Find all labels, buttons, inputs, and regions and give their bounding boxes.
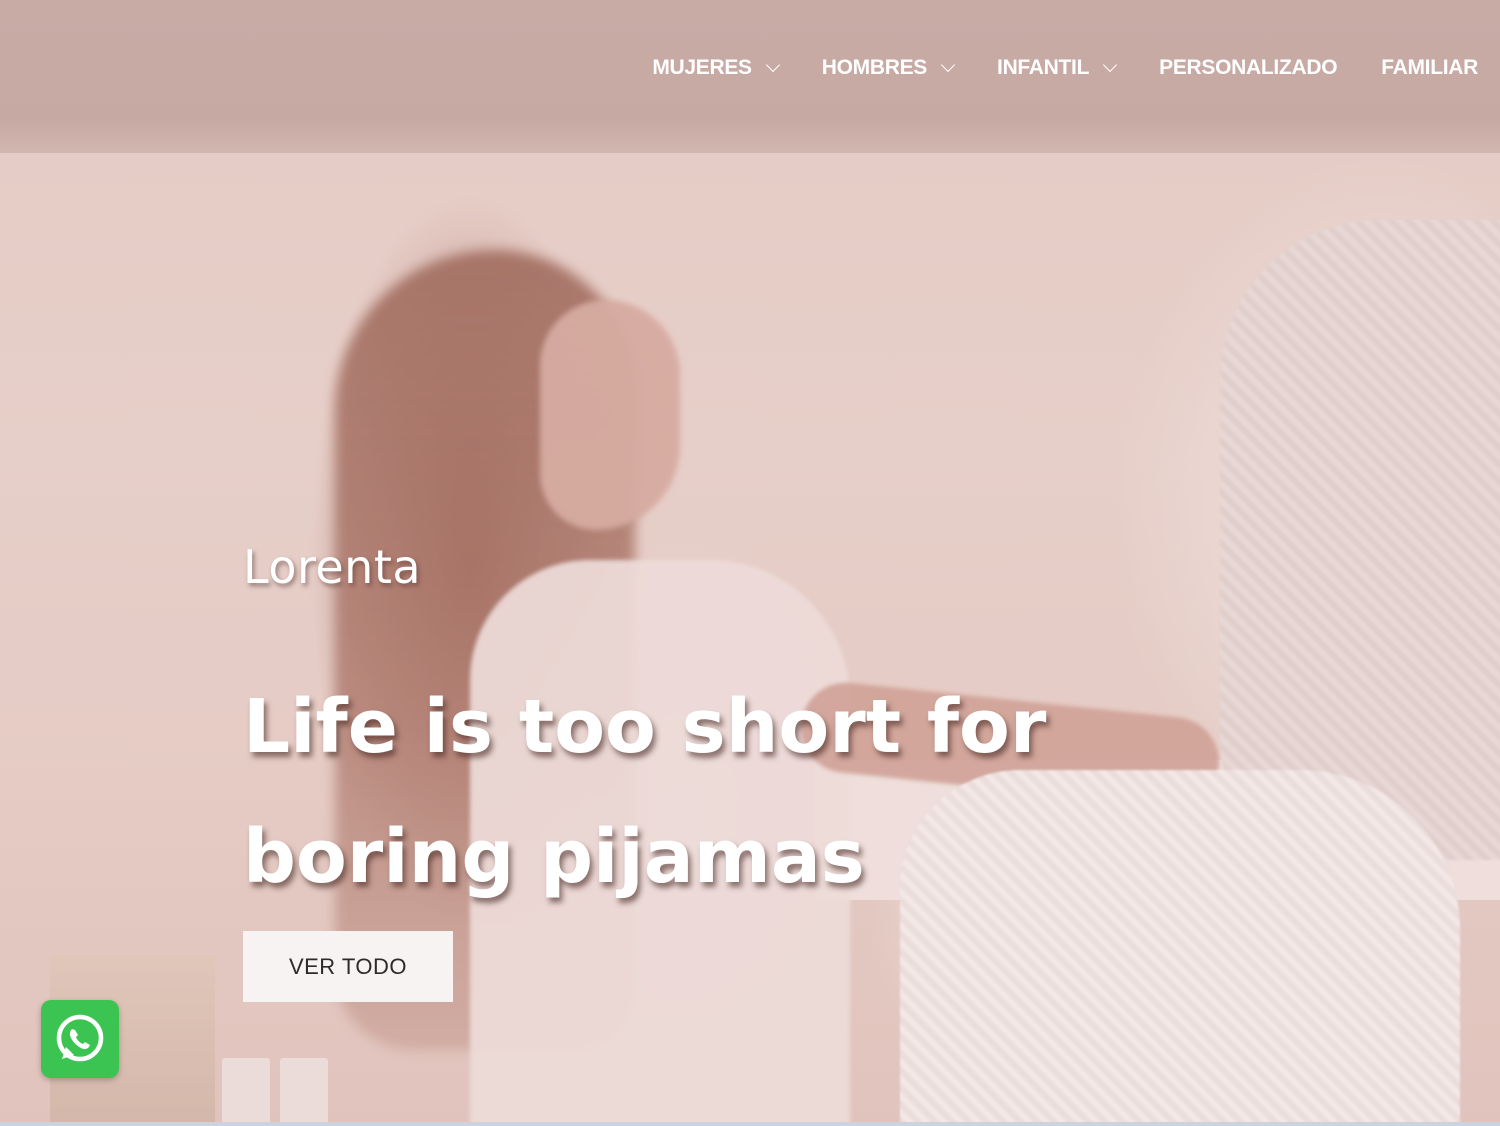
- nav-item-familiar[interactable]: FAMILIAR: [1381, 56, 1478, 80]
- hero-headline: Life is too short for boring pijamas: [243, 662, 1143, 922]
- site-header: MUJERES HOMBRES INFANTIL PERSONALIZADO F…: [0, 0, 1500, 153]
- nav-item-label: MUJERES: [652, 56, 752, 79]
- hero-overlay: [0, 0, 1500, 1126]
- nav-item-infantil[interactable]: INFANTIL: [997, 56, 1118, 80]
- viewport-bottom-edge: [0, 1122, 1500, 1126]
- chevron-down-icon: [765, 57, 780, 73]
- whatsapp-icon: [56, 1014, 104, 1062]
- hero-background-image: [0, 0, 1500, 1126]
- nav-item-label: PERSONALIZADO: [1159, 56, 1338, 79]
- nav-item-label: HOMBRES: [821, 56, 928, 79]
- nav-item-label: INFANTIL: [997, 56, 1090, 79]
- hero-eyebrow: Lorenta: [243, 540, 422, 594]
- nav-item-personalizado[interactable]: PERSONALIZADO: [1159, 56, 1337, 80]
- hero-headline-line: boring pijamas: [243, 814, 865, 900]
- main-nav: MUJERES HOMBRES INFANTIL PERSONALIZADO F…: [608, 56, 1478, 80]
- hero-headline-line: Life is too short for: [243, 684, 1047, 770]
- chevron-down-icon: [940, 57, 956, 73]
- nav-item-hombres[interactable]: HOMBRES: [821, 56, 956, 80]
- nav-item-label: FAMILIAR: [1381, 56, 1478, 79]
- page: MUJERES HOMBRES INFANTIL PERSONALIZADO F…: [0, 0, 1500, 1126]
- whatsapp-button[interactable]: [41, 1000, 119, 1078]
- nav-item-mujeres[interactable]: MUJERES: [652, 56, 780, 80]
- chevron-down-icon: [1103, 57, 1118, 73]
- ver-todo-button[interactable]: VER TODO: [243, 931, 453, 1002]
